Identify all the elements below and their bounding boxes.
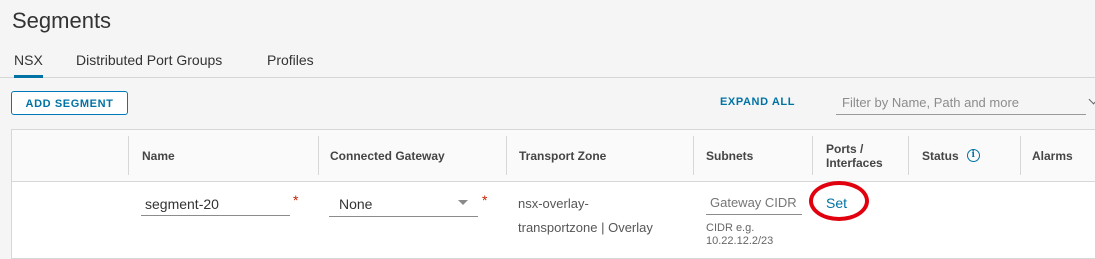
- subnet-gateway-input[interactable]: [706, 191, 802, 215]
- tab-bar: NSX Distributed Port Groups Profiles: [0, 44, 1095, 78]
- required-indicator: *: [293, 192, 299, 208]
- column-header-alarms[interactable]: Alarms: [1020, 130, 1095, 181]
- column-separator: [812, 136, 813, 175]
- tab-distributed-port-groups[interactable]: Distributed Port Groups: [76, 52, 222, 75]
- column-header-name[interactable]: Name: [130, 130, 318, 181]
- required-indicator: *: [482, 192, 488, 208]
- filter-input[interactable]: [836, 91, 1086, 115]
- column-header-subnets[interactable]: Subnets: [694, 130, 812, 181]
- connected-gateway-value: None: [339, 196, 373, 212]
- grid-header: Name Connected Gateway Transport Zone Su…: [12, 130, 1095, 182]
- tab-nsx[interactable]: NSX: [14, 52, 43, 78]
- highlight-annotation: [809, 181, 869, 221]
- column-separator: [908, 136, 909, 175]
- connected-gateway-select[interactable]: None: [329, 191, 478, 217]
- transport-zone-line-1: nsx-overlay-: [518, 196, 589, 211]
- chevron-down-icon: [458, 200, 468, 205]
- chevron-down-icon[interactable]: [1088, 94, 1095, 105]
- transport-zone-line-2: transportzone | Overlay: [518, 220, 653, 235]
- column-separator: [128, 136, 129, 175]
- tab-profiles[interactable]: Profiles: [267, 52, 314, 75]
- page-title: Segments: [12, 8, 112, 33]
- segment-name-input[interactable]: [141, 192, 290, 216]
- info-icon[interactable]: i: [966, 149, 980, 162]
- column-header-transport-zone[interactable]: Transport Zone: [507, 130, 693, 181]
- subnet-hint-line-2: 10.22.12.2/23: [706, 235, 774, 247]
- column-header-status[interactable]: Status i: [910, 130, 1020, 181]
- expand-all-button[interactable]: EXPAND ALL: [720, 96, 795, 108]
- subnet-hint-line-1: CIDR e.g.: [706, 222, 755, 234]
- column-header-ports-interfaces[interactable]: Ports / Interfaces: [814, 130, 908, 181]
- column-header-status-label: Status: [922, 148, 959, 163]
- column-header-connected-gateway[interactable]: Connected Gateway: [318, 130, 506, 181]
- add-segment-button[interactable]: ADD SEGMENT: [11, 91, 128, 115]
